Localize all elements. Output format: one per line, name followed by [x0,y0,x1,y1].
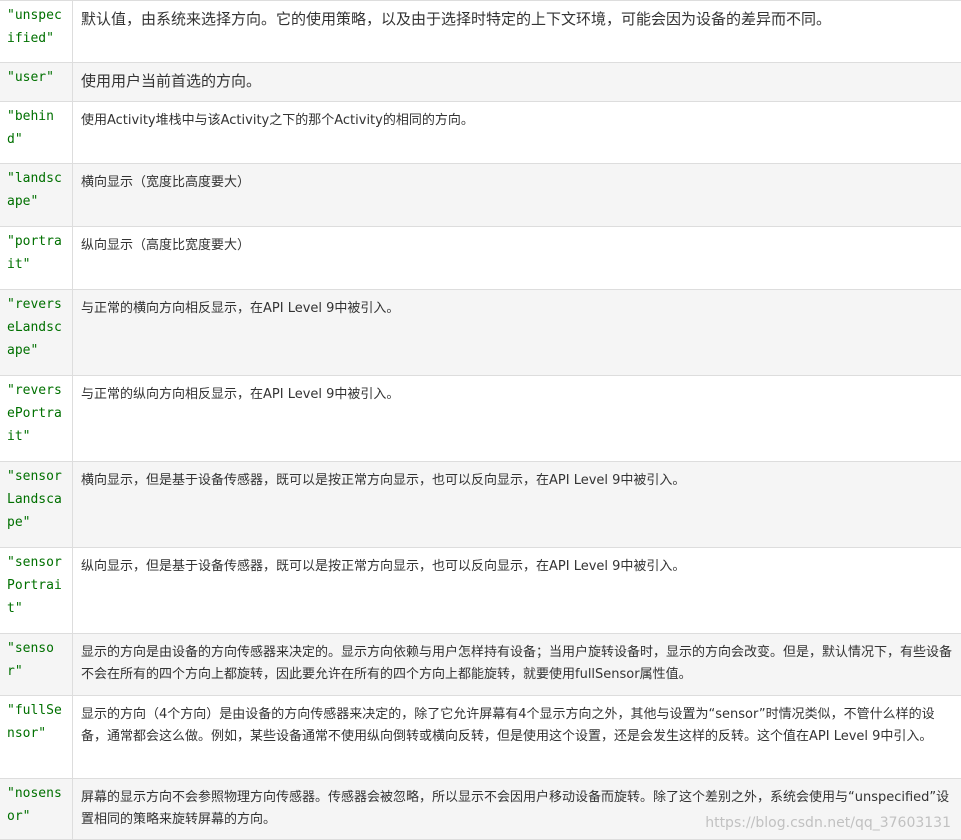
attribute-value: "sensorLandscape" [0,462,72,534]
description-cell: 横向显示，但是基于设备传感器，既可以是按正常方向显示，也可以反向显示，在API … [73,462,961,548]
attribute-description: 使用Activity堆栈中与该Activity之下的那个Activity的相同的… [73,102,961,132]
table-row: "reversePortrait" 与正常的纵向方向相反显示，在API Leve… [0,376,961,462]
attribute-value: "unspecified" [0,1,72,50]
table-row: "sensorLandscape" 横向显示，但是基于设备传感器，既可以是按正常… [0,462,961,548]
description-cell: 纵向显示，但是基于设备传感器，既可以是按正常方向显示，也可以反向显示，在API … [73,548,961,634]
table-row: "sensorPortrait" 纵向显示，但是基于设备传感器，既可以是按正常方… [0,548,961,634]
table-row: "landscape" 横向显示（宽度比高度要大） [0,164,961,227]
table-row: "unspecified" 默认值，由系统来选择方向。它的使用策略，以及由于选择… [0,1,961,63]
attribute-description: 与正常的横向方向相反显示，在API Level 9中被引入。 [73,290,961,320]
attribute-description: 显示的方向（4个方向）是由设备的方向传感器来决定的，除了它允许屏幕有4个显示方向… [73,696,961,748]
attribute-description: 显示的方向是由设备的方向传感器来决定的。显示方向依赖与用户怎样持有设备；当用户旋… [73,634,961,686]
attribute-value-cell: "sensorPortrait" [0,548,73,634]
attribute-value-cell: "sensorLandscape" [0,462,73,548]
attribute-description: 纵向显示，但是基于设备传感器，既可以是按正常方向显示，也可以反向显示，在API … [73,548,961,578]
attribute-value-cell: "landscape" [0,164,73,227]
attribute-value: "reversePortrait" [0,376,72,448]
description-cell: 显示的方向是由设备的方向传感器来决定的。显示方向依赖与用户怎样持有设备；当用户旋… [73,634,961,696]
attribute-description: 使用用户当前首选的方向。 [73,63,961,92]
table-row: "reverseLandscape" 与正常的横向方向相反显示，在API Lev… [0,290,961,376]
description-cell: 横向显示（宽度比高度要大） [73,164,961,227]
attribute-value: "sensor" [0,634,72,683]
table-row: "fullSensor" 显示的方向（4个方向）是由设备的方向传感器来决定的，除… [0,696,961,779]
attribute-value-cell: "nosensor" [0,779,73,840]
attribute-value-cell: "behind" [0,102,73,164]
attribute-description: 与正常的纵向方向相反显示，在API Level 9中被引入。 [73,376,961,406]
attribute-description: 横向显示（宽度比高度要大） [73,164,961,194]
attribute-value: "nosensor" [0,779,72,828]
attribute-value: "reverseLandscape" [0,290,72,362]
description-cell: 使用用户当前首选的方向。 [73,63,961,102]
attribute-value-cell: "reversePortrait" [0,376,73,462]
description-cell: 显示的方向（4个方向）是由设备的方向传感器来决定的，除了它允许屏幕有4个显示方向… [73,696,961,779]
description-cell: 与正常的横向方向相反显示，在API Level 9中被引入。 [73,290,961,376]
orientation-attribute-table: "unspecified" 默认值，由系统来选择方向。它的使用策略，以及由于选择… [0,0,961,840]
table-row: "user" 使用用户当前首选的方向。 [0,63,961,102]
attribute-value: "behind" [0,102,72,151]
description-cell: 纵向显示（高度比宽度要大） [73,227,961,290]
attribute-description: 纵向显示（高度比宽度要大） [73,227,961,257]
description-cell: 使用Activity堆栈中与该Activity之下的那个Activity的相同的… [73,102,961,164]
description-cell: 屏幕的显示方向不会参照物理方向传感器。传感器会被忽略，所以显示不会因用户移动设备… [73,779,961,840]
attribute-description: 默认值，由系统来选择方向。它的使用策略，以及由于选择时特定的上下文环境，可能会因… [73,1,961,30]
description-cell: 与正常的纵向方向相反显示，在API Level 9中被引入。 [73,376,961,462]
attribute-value-cell: "portrait" [0,227,73,290]
attribute-value-cell: "fullSensor" [0,696,73,779]
attribute-value: "fullSensor" [0,696,72,745]
table-row: "behind" 使用Activity堆栈中与该Activity之下的那个Act… [0,102,961,164]
attribute-value: "portrait" [0,227,72,276]
attribute-value-cell: "unspecified" [0,1,73,63]
attribute-value-cell: "reverseLandscape" [0,290,73,376]
attribute-value: "user" [0,63,72,89]
attribute-description: 横向显示，但是基于设备传感器，既可以是按正常方向显示，也可以反向显示，在API … [73,462,961,492]
attribute-description: 屏幕的显示方向不会参照物理方向传感器。传感器会被忽略，所以显示不会因用户移动设备… [73,779,961,831]
attribute-value-cell: "sensor" [0,634,73,696]
attribute-value-cell: "user" [0,63,73,102]
table-row: "sensor" 显示的方向是由设备的方向传感器来决定的。显示方向依赖与用户怎样… [0,634,961,696]
attribute-value: "sensorPortrait" [0,548,72,620]
description-cell: 默认值，由系统来选择方向。它的使用策略，以及由于选择时特定的上下文环境，可能会因… [73,1,961,63]
table-row: "nosensor" 屏幕的显示方向不会参照物理方向传感器。传感器会被忽略，所以… [0,779,961,840]
table-row: "portrait" 纵向显示（高度比宽度要大） [0,227,961,290]
attribute-value: "landscape" [0,164,72,213]
